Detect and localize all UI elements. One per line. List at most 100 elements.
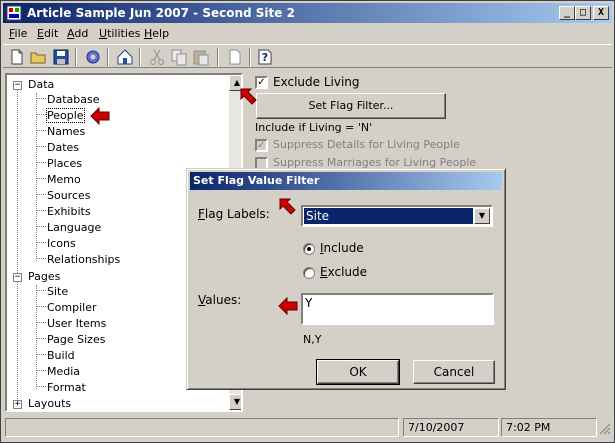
window-title: Article Sample Jun 2007 - Second Site 2 [27, 6, 295, 20]
tree-item-media[interactable]: Media [47, 365, 80, 378]
close-button[interactable]: X [593, 6, 609, 20]
toolbar: ? [3, 44, 612, 68]
tree-item-page-sizes[interactable]: Page Sizes [47, 333, 105, 346]
annotation-arrow-icon [90, 106, 110, 126]
tree-item-format[interactable]: Format [47, 381, 86, 394]
scroll-down-button[interactable]: ▼ [229, 394, 241, 410]
dialog-title[interactable]: Set Flag Value Filter [190, 172, 502, 190]
tree-connector [36, 370, 46, 371]
collapse-toggle[interactable]: − [13, 273, 22, 282]
status-bar: 7/10/2007 7:02 PM [3, 415, 612, 439]
tree-item-compiler[interactable]: Compiler [47, 301, 97, 314]
main-window: Article Sample Jun 2007 - Second Site 2 … [0, 0, 615, 443]
tree-connector [36, 354, 46, 355]
home-icon[interactable] [115, 47, 135, 67]
tree-connector [36, 98, 46, 99]
tree-connector [36, 178, 46, 179]
tree-connector [36, 194, 46, 195]
set-flag-value-filter-dialog: Set Flag Value Filter Flag Labels: Site … [186, 168, 506, 390]
tree-connector [36, 306, 46, 307]
help-icon[interactable]: ? [255, 47, 275, 67]
tree-group-data[interactable]: Data [28, 78, 54, 91]
values-hint: N,Y [303, 333, 322, 346]
set-flag-filter-button[interactable]: Set Flag Filter... [256, 93, 446, 119]
flag-labels-label: Flag Labels: [198, 207, 270, 221]
menu-utilities[interactable]: Utilities [99, 27, 140, 40]
toolbar-separator [139, 48, 141, 66]
tree-item-names[interactable]: Names [47, 125, 85, 138]
include-if-text: Include if Living = 'N' [255, 121, 373, 134]
minimize-button[interactable]: _ [559, 6, 575, 20]
tree-item-site[interactable]: Site [47, 285, 68, 298]
include-label[interactable]: Include [320, 241, 364, 255]
flag-labels-value: Site [304, 208, 473, 224]
resize-grip-icon[interactable] [599, 423, 611, 435]
title-bar[interactable]: Article Sample Jun 2007 - Second Site 2 … [3, 3, 612, 23]
save-icon[interactable] [51, 47, 71, 67]
tree-connector [36, 285, 37, 389]
status-date: 7/10/2007 [403, 418, 499, 437]
annotation-arrow-icon [240, 88, 257, 105]
cut-icon[interactable] [147, 47, 167, 67]
new-icon[interactable] [7, 47, 27, 67]
tree-item-exhibits[interactable]: Exhibits [47, 205, 91, 218]
menu-bar: File Edit Add Utilities Help [3, 24, 612, 43]
exclude-label[interactable]: Exclude [320, 265, 367, 279]
toolbar-separator [107, 48, 109, 66]
flag-labels-dropdown[interactable]: Site ▼ [301, 205, 493, 227]
suppress-details-checkbox[interactable]: ✓ [255, 139, 268, 152]
tree-connector [36, 338, 46, 339]
copy-icon[interactable] [169, 47, 189, 67]
tree-item-dates[interactable]: Dates [47, 141, 79, 154]
expand-toggle[interactable]: + [13, 400, 22, 409]
svg-text:?: ? [262, 51, 268, 64]
chevron-down-icon[interactable]: ▼ [474, 208, 490, 224]
collapse-toggle[interactable]: − [13, 81, 22, 90]
status-message-pane [5, 418, 399, 437]
tree-item-user-items[interactable]: User Items [47, 317, 106, 330]
tree-connector [17, 87, 18, 405]
values-label: Values: [198, 293, 242, 307]
tree-connector [36, 130, 46, 131]
exclude-radio[interactable] [303, 267, 315, 279]
tree-connector [36, 146, 46, 147]
annotation-arrow-icon [279, 198, 296, 215]
cancel-button[interactable]: Cancel [413, 360, 495, 384]
page-icon[interactable] [225, 47, 245, 67]
tree-item-memo[interactable]: Memo [47, 173, 81, 186]
tree-connector [36, 290, 46, 291]
tree-connector [36, 322, 46, 323]
paste-icon[interactable] [191, 47, 211, 67]
toolbar-separator [217, 48, 219, 66]
tree-connector [36, 210, 46, 211]
maximize-button[interactable]: □ [575, 6, 591, 20]
menu-edit[interactable]: Edit [37, 27, 58, 40]
include-radio[interactable] [303, 243, 315, 255]
tree-connector [36, 386, 46, 387]
tree-item-language[interactable]: Language [47, 221, 101, 234]
tree-group-layouts[interactable]: Layouts [28, 397, 71, 410]
menu-file[interactable]: File [9, 27, 27, 40]
ok-button[interactable]: OK [316, 359, 400, 385]
menu-help[interactable]: Help [144, 27, 169, 40]
tree-connector [36, 93, 37, 261]
tree-item-places[interactable]: Places [47, 157, 82, 170]
tree-item-icons[interactable]: Icons [47, 237, 76, 250]
tree-item-build[interactable]: Build [47, 349, 75, 362]
app-icon [6, 5, 22, 21]
toolbar-separator [249, 48, 251, 66]
toolbar-separator [75, 48, 77, 66]
open-icon[interactable] [29, 47, 49, 67]
radio-selected-dot [307, 247, 311, 251]
tree-connector [36, 162, 46, 163]
settings-icon[interactable] [83, 47, 103, 67]
menu-add[interactable]: Add [67, 27, 88, 40]
tree-item-people[interactable]: People [46, 108, 85, 123]
tree-connector [36, 242, 46, 243]
tree-item-sources[interactable]: Sources [47, 189, 91, 202]
tree-connector [36, 226, 46, 227]
tree-item-relationships[interactable]: Relationships [47, 253, 120, 266]
tree-connector [36, 114, 46, 115]
values-input[interactable]: Y [301, 293, 494, 325]
tree-group-pages[interactable]: Pages [28, 270, 60, 283]
